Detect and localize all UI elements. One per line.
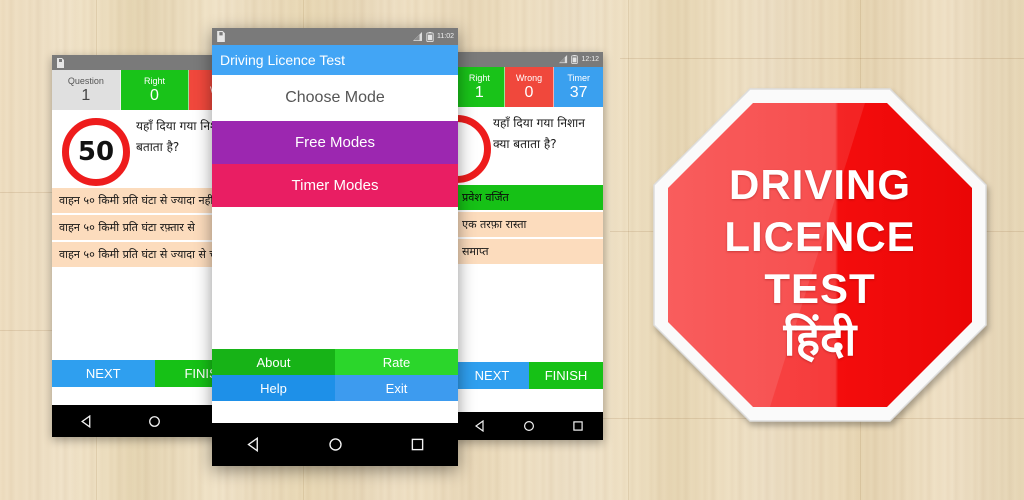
battery-icon xyxy=(426,31,434,42)
header-label: Right xyxy=(144,75,166,86)
signal-icon xyxy=(559,55,568,64)
answer-option-correct[interactable]: प्रवेश वर्जित xyxy=(455,185,603,212)
help-button[interactable]: Help xyxy=(212,375,335,401)
rate-button[interactable]: Rate xyxy=(335,349,458,375)
app-bar: Driving Licence Test xyxy=(212,45,458,75)
logo-line-3: TEST xyxy=(764,265,876,312)
free-modes-button[interactable]: Free Modes xyxy=(212,121,458,164)
recents-icon[interactable] xyxy=(572,420,584,432)
header-cell-timer: Timer 37 xyxy=(554,67,603,107)
right-answer-list: प्रवेश वर्जित एक तरफ़ा रास्ता समाप्त xyxy=(455,185,603,266)
next-button[interactable]: NEXT xyxy=(52,360,155,387)
center-footer-menu: About Rate Help Exit xyxy=(212,349,458,401)
logo-line-2: LICENCE xyxy=(724,213,916,260)
center-status-bar: 11:02 xyxy=(212,28,458,45)
finish-button[interactable]: FINISH xyxy=(529,362,603,389)
back-icon[interactable] xyxy=(246,437,261,452)
speed-limit-value: 50 xyxy=(77,137,115,167)
header-label: Right xyxy=(468,72,490,83)
right-question-body: यहाँ दिया गया निशान क्या बताता है? xyxy=(455,107,603,185)
header-cell-right: Right 0 xyxy=(120,70,190,110)
dialog-empty-space xyxy=(212,207,458,349)
answer-option[interactable]: समाप्त xyxy=(455,239,603,266)
next-button[interactable]: NEXT xyxy=(455,362,529,389)
header-value: 37 xyxy=(569,83,588,101)
exit-label: Exit xyxy=(385,380,408,396)
header-label: Question xyxy=(67,75,104,86)
battery-icon xyxy=(571,55,579,64)
right-action-buttons: NEXT FINISH xyxy=(455,362,603,389)
help-label: Help xyxy=(260,380,287,396)
status-time: 12:12 xyxy=(581,56,599,63)
right-nav-bar xyxy=(455,412,603,440)
signal-icon xyxy=(413,31,422,41)
about-label: About xyxy=(256,354,291,370)
header-value: 1 xyxy=(81,86,91,104)
speed-limit-sign-icon xyxy=(455,113,491,183)
home-icon[interactable] xyxy=(328,437,343,452)
header-label: Timer xyxy=(567,72,591,83)
header-cell-question: Question 1 xyxy=(52,70,121,110)
back-icon[interactable] xyxy=(474,420,486,432)
logo-language-line: हिंदी xyxy=(783,312,857,366)
dialog-title: Choose Mode xyxy=(212,75,458,121)
answer-option[interactable]: एक तरफ़ा रास्ता xyxy=(455,212,603,239)
app-title: Driving Licence Test xyxy=(220,52,346,68)
right-phone-screenshot: 12:12 Right 1 Wrong 0 Timer 37 यहाँ दिया… xyxy=(455,52,603,440)
header-value: 1 xyxy=(474,83,484,101)
speed-limit-sign-icon: 50 xyxy=(56,116,130,186)
sd-card-icon xyxy=(217,31,225,42)
recents-icon[interactable] xyxy=(410,437,425,452)
exit-button[interactable]: Exit xyxy=(335,375,458,401)
app-logo: DRIVING LICENCE TEST हिंदी xyxy=(650,85,990,425)
center-nav-bar xyxy=(212,423,458,466)
question-text: यहाँ दिया गया निशान क्या बताता है? xyxy=(493,116,585,151)
header-cell-right: Right 1 xyxy=(455,67,505,107)
dialog-title-text: Choose Mode xyxy=(285,89,385,106)
header-cell-wrong: Wrong 0 xyxy=(504,67,555,107)
free-modes-label: Free Modes xyxy=(294,134,376,151)
right-status-bar: 12:12 xyxy=(455,52,603,67)
header-label: Wrong xyxy=(515,72,543,83)
center-phone-screenshot: 11:02 Driving Licence Test Choose Mode F… xyxy=(212,28,458,466)
header-value: 0 xyxy=(524,83,534,101)
home-icon[interactable] xyxy=(523,420,535,432)
status-time: 11:02 xyxy=(437,33,454,40)
timer-modes-label: Timer Modes xyxy=(291,177,379,194)
timer-modes-button[interactable]: Timer Modes xyxy=(212,164,458,207)
home-icon[interactable] xyxy=(148,415,161,428)
about-button[interactable]: About xyxy=(212,349,335,375)
sd-card-icon xyxy=(57,57,64,68)
rate-label: Rate xyxy=(382,354,411,370)
header-value: 0 xyxy=(150,86,159,104)
back-icon[interactable] xyxy=(80,414,93,428)
right-score-header: Right 1 Wrong 0 Timer 37 xyxy=(455,67,603,107)
logo-line-1: DRIVING xyxy=(728,161,911,208)
